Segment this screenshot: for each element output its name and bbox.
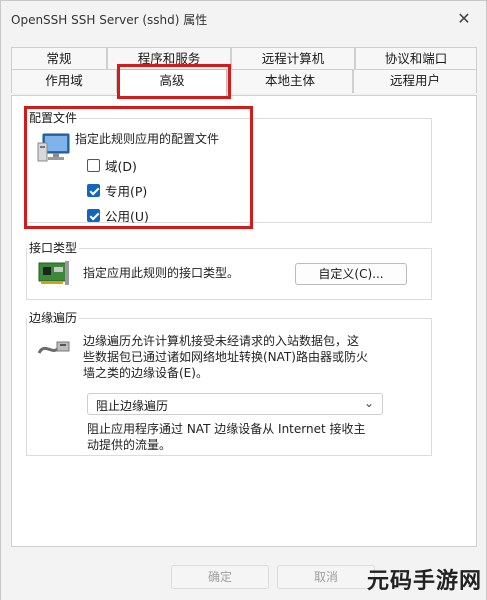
tab-local-principals[interactable]: 本地主体 xyxy=(227,69,353,93)
checkbox-box[interactable] xyxy=(87,184,100,197)
edge-description-line-2: 些数据包已通过诸如网络地址转换(NAT)路由器或防火 xyxy=(83,350,368,364)
cable-icon xyxy=(37,341,70,354)
profiles-group: 配置文件 指定此规则应用的配置文件 域(D) 专用(P) 公用(U) xyxy=(26,109,432,224)
dropdown-value: 阻止边缘遍历 xyxy=(96,399,169,413)
tab-general[interactable]: 常规 xyxy=(11,47,107,71)
edge-description-line-1: 边缘遍历允许计算机接受未经请求的入站数据包，这 xyxy=(83,334,360,348)
chevron-down-icon: ⌄ xyxy=(363,396,374,410)
checkbox-box[interactable] xyxy=(87,159,100,172)
edge-traversal-dropdown[interactable]: 阻止边缘遍历 ⌄ xyxy=(87,393,383,415)
tab-scope[interactable]: 作用域 xyxy=(11,69,117,93)
title-bar: OpenSSH SSH Server (sshd) 属性 ✕ xyxy=(1,1,486,37)
network-card-icon xyxy=(38,261,69,285)
profile-domain-checkbox[interactable]: 域(D) xyxy=(87,156,137,174)
edge-detail-line-1: 阻止应用程序通过 NAT 边缘设备从 Internet 接收主 xyxy=(87,422,366,436)
properties-window: OpenSSH SSH Server (sshd) 属性 ✕ 常规 程序和服务 … xyxy=(0,0,487,600)
tab-programs-services[interactable]: 程序和服务 xyxy=(107,47,231,71)
tab-remote-users[interactable]: 远程用户 xyxy=(353,69,477,93)
advanced-panel: 配置文件 指定此规则应用的配置文件 域(D) 专用(P) 公用(U) 接口类型 xyxy=(11,95,477,547)
profiles-description: 指定此规则应用的配置文件 xyxy=(75,132,220,146)
close-icon[interactable]: ✕ xyxy=(452,7,476,31)
tab-row-2: 作用域 高级 本地主体 远程用户 xyxy=(11,69,477,96)
edge-traversal-group: 边缘遍历 边缘遍历允许计算机接受未经请求的入站数据包，这 些数据包已通过诸如网络… xyxy=(26,309,432,456)
interface-description: 指定应用此规则的接口类型。 xyxy=(83,266,240,280)
profile-public-checkbox[interactable]: 公用(U) xyxy=(87,206,149,224)
interface-type-group: 接口类型 指定应用此规则的接口类型。 自定义(C)... xyxy=(26,239,432,300)
checkbox-label: 专用(P) xyxy=(105,184,148,199)
checkbox-label: 公用(U) xyxy=(105,209,149,224)
edge-description-line-3: 墙之类的边缘设备(E)。 xyxy=(83,366,208,380)
checkbox-box[interactable] xyxy=(87,209,100,222)
watermark: 元码手游网 xyxy=(366,569,482,594)
cancel-button[interactable]: 取消 xyxy=(277,565,375,589)
monitor-profile-icon xyxy=(37,133,70,162)
ok-button[interactable]: 确定 xyxy=(171,565,269,589)
tab-remote-computers[interactable]: 远程计算机 xyxy=(231,47,355,71)
tab-row-1: 常规 程序和服务 远程计算机 协议和端口 xyxy=(11,47,477,71)
tab-protocols-ports[interactable]: 协议和端口 xyxy=(355,47,477,71)
edge-group-title: 边缘遍历 xyxy=(27,309,80,326)
tab-advanced[interactable]: 高级 xyxy=(117,69,227,96)
window-title: OpenSSH SSH Server (sshd) 属性 xyxy=(11,13,208,27)
edge-detail-line-2: 动提供的流量。 xyxy=(87,438,172,452)
customize-button[interactable]: 自定义(C)... xyxy=(295,263,407,285)
interface-group-title: 接口类型 xyxy=(27,239,80,256)
profile-private-checkbox[interactable]: 专用(P) xyxy=(87,181,147,199)
profiles-group-title: 配置文件 xyxy=(27,109,80,126)
checkbox-label: 域(D) xyxy=(105,159,137,174)
